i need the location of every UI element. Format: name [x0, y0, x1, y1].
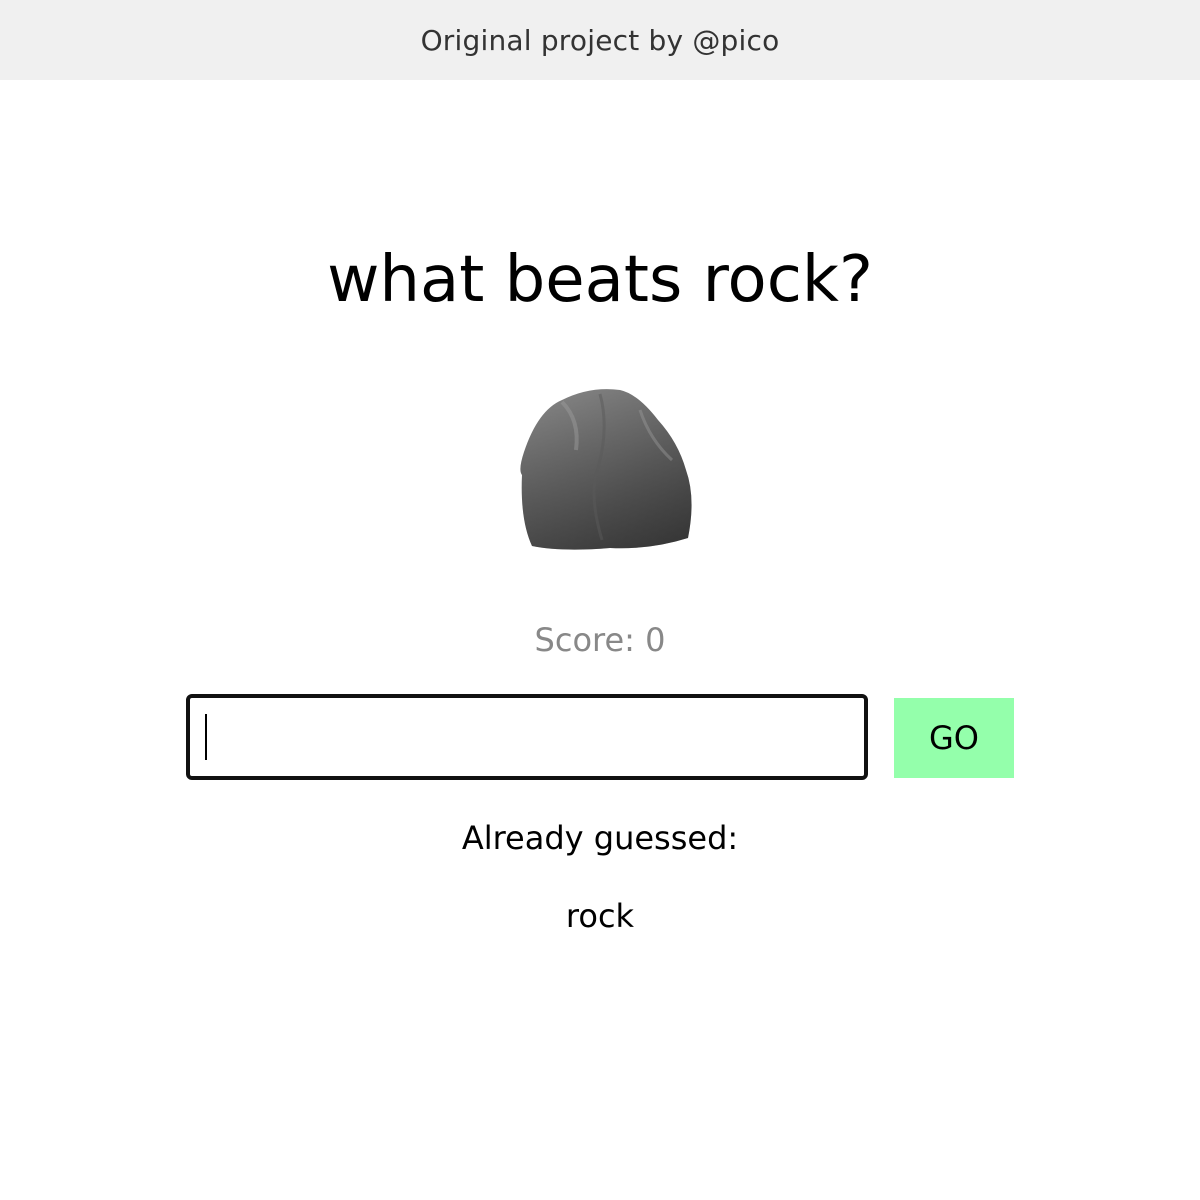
credit-bar: Original project by @pico [0, 0, 1200, 80]
already-guessed-label: Already guessed: [461, 819, 739, 857]
rock-icon [500, 380, 700, 560]
guess-input[interactable] [186, 694, 868, 780]
go-button[interactable]: GO [894, 698, 1014, 778]
text-caret [205, 714, 207, 760]
score-display: Score: 0 [534, 621, 666, 659]
guessed-list: rock [0, 894, 1200, 938]
page-title: what beats rock? [327, 243, 873, 317]
credit-link[interactable]: Original project by @pico [421, 24, 780, 57]
list-item: rock [565, 897, 635, 935]
